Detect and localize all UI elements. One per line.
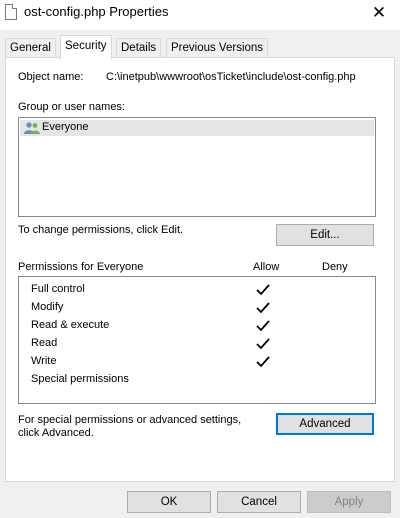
advanced-text-line1: For special permissions or advanced sett… [18,414,242,426]
tab-details[interactable]: Details [116,38,162,58]
group-names-label: Group or user names: [18,101,125,113]
file-icon [5,4,17,20]
permission-row: Special permissions [31,370,129,388]
advanced-button[interactable]: Advanced [276,413,374,435]
permission-name: Modify [31,301,64,313]
permission-row: Modify [31,298,63,316]
allow-check-icon [256,356,270,368]
permissions-list[interactable]: Full control Modify Read & execute Read … [18,276,376,404]
tab-security[interactable]: Security [60,35,112,59]
advanced-text-line2: click Advanced. [18,427,94,439]
allow-check-icon [256,338,270,350]
permission-name: Special permissions [31,373,129,385]
change-permissions-text: To change permissions, click Edit. [18,224,184,236]
permissions-for-label: Permissions for Everyone [18,261,144,273]
title-bar: ost-config.php Properties ✕ [0,0,400,30]
group-name: Everyone [42,121,89,133]
object-name-value: C:\inetpub\wwwroot\osTicket\include\ost-… [106,71,356,83]
allow-header: Allow [253,261,280,273]
permission-row: Read [31,334,57,352]
tab-strip: General Security Details Previous Versio… [0,30,400,59]
allow-check-icon [256,320,270,332]
deny-header: Deny [322,261,348,273]
permission-row: Full control [31,280,85,298]
permission-row: Write [31,352,56,370]
list-item[interactable]: Everyone [20,120,374,136]
close-button[interactable]: ✕ [368,2,390,24]
object-name-label: Object name: [18,71,84,83]
permission-name: Write [31,355,57,367]
allow-check-icon [256,284,270,296]
tab-general[interactable]: General [5,38,56,58]
security-panel: Object name: C:\inetpub\wwwroot\osTicket… [5,57,395,482]
cancel-button[interactable]: Cancel [217,491,301,513]
permission-name: Full control [31,283,85,295]
permission-name: Read & execute [31,319,110,331]
edit-button[interactable]: Edit... [276,224,374,246]
ok-button[interactable]: OK [127,491,211,513]
group-names-list[interactable]: Everyone [18,117,376,217]
permission-name: Read [31,337,58,349]
tab-previous-versions[interactable]: Previous Versions [166,38,269,58]
permission-row: Read & execute [31,316,109,334]
apply-button[interactable]: Apply [307,491,391,513]
window-title: ost-config.php Properties [24,4,169,19]
users-icon [24,122,40,134]
allow-check-icon [256,302,270,314]
